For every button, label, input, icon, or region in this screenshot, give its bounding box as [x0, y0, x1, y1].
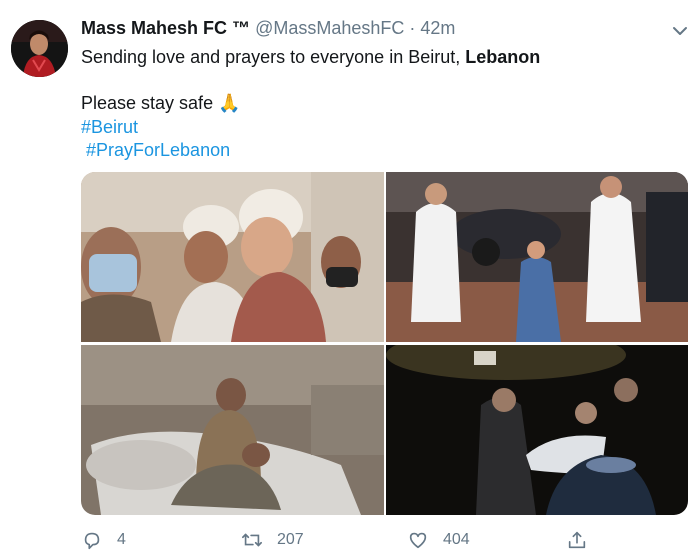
share-button[interactable]	[566, 528, 588, 552]
handle[interactable]: @MassMaheshFC	[255, 18, 404, 38]
reply-count: 4	[117, 531, 126, 548]
tweet-text: Please stay safe	[81, 93, 214, 113]
hashtag-beirut[interactable]: #Beirut	[81, 116, 138, 139]
hashtag-prayforlebanon[interactable]: #PrayForLebanon	[86, 139, 230, 162]
tweet: Mass Mahesh FC ™ @MassMaheshFC · 42m Sen…	[0, 0, 700, 556]
tweet-text-bold: Lebanon	[465, 47, 541, 67]
timestamp[interactable]: 42m	[420, 18, 455, 38]
praying-hands-emoji: 🙏	[218, 93, 241, 113]
retweet-icon	[242, 533, 262, 547]
night-rescue-photo[interactable]	[386, 345, 688, 515]
separator: ·	[409, 18, 416, 38]
like-icon	[409, 532, 427, 549]
medics-street-photo[interactable]	[386, 172, 688, 342]
caret-down-icon[interactable]	[671, 22, 689, 40]
avatar-image	[11, 20, 68, 77]
injured-child-photo[interactable]	[81, 172, 384, 342]
tweet-text-line: Please stay safe 🙏	[81, 92, 241, 115]
retweet-count: 207	[277, 531, 304, 548]
reply-icon	[84, 532, 100, 550]
retweet-button[interactable]: 207	[241, 528, 304, 552]
children-rubble-photo[interactable]	[81, 345, 384, 515]
media-grid	[81, 172, 688, 515]
display-name[interactable]: Mass Mahesh FC ™	[81, 18, 250, 38]
reply-button[interactable]: 4	[81, 528, 126, 552]
tweet-actions: 4 207 404	[0, 528, 700, 552]
avatar[interactable]	[11, 20, 68, 77]
share-icon	[568, 531, 586, 549]
like-button[interactable]: 404	[407, 528, 470, 552]
tweet-text: Sending love and prayers to everyone in …	[81, 47, 466, 67]
tweet-header: Mass Mahesh FC ™ @MassMaheshFC · 42m	[81, 18, 455, 44]
tweet-text-line: Sending love and prayers to everyone in …	[81, 46, 540, 69]
like-count: 404	[443, 531, 470, 548]
